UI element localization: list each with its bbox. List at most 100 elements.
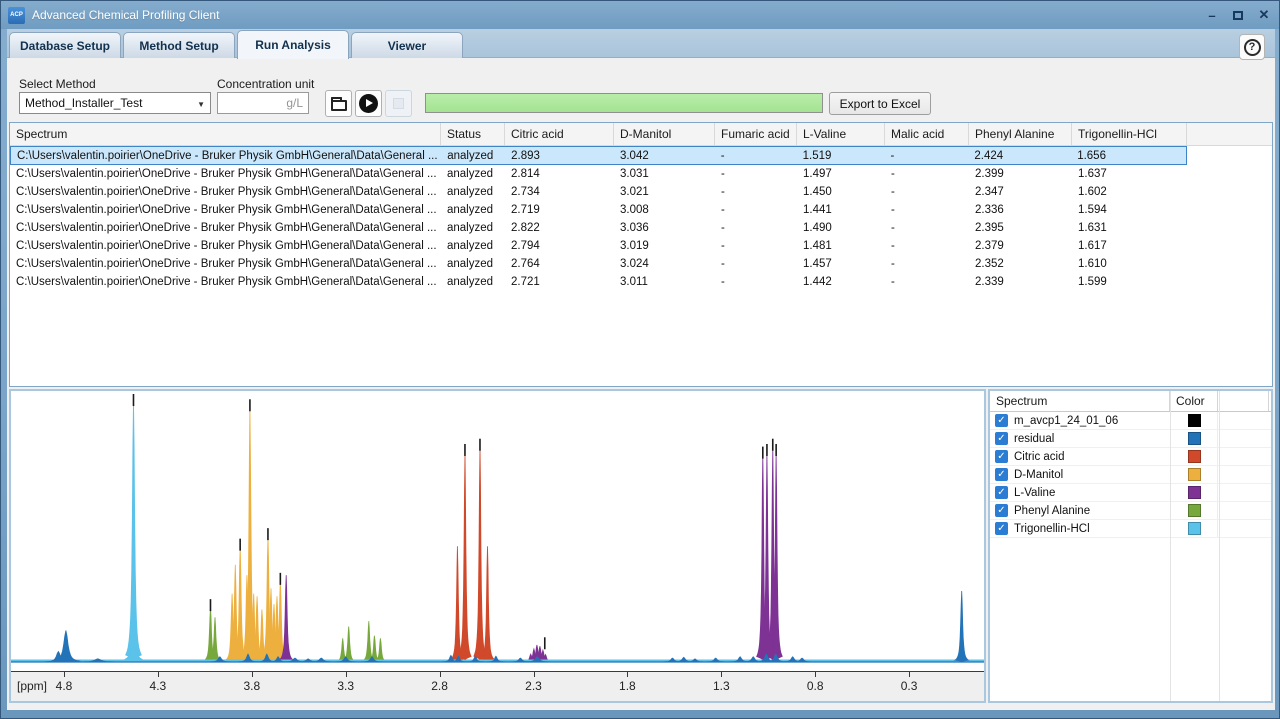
table-row[interactable]: C:\Users\valentin.poirier\OneDrive - Bru… xyxy=(10,165,1187,183)
spectrum-path-cell: C:\Users\valentin.poirier\OneDrive - Bru… xyxy=(10,186,441,198)
value-cell: 2.734 xyxy=(505,186,614,198)
results-table: SpectrumStatusCitric acidD-ManitolFumari… xyxy=(9,122,1273,387)
column-header-fumaric-acid[interactable]: Fumaric acid xyxy=(715,123,797,145)
value-cell: 3.042 xyxy=(614,150,715,162)
table-row[interactable]: C:\Users\valentin.poirier\OneDrive - Bru… xyxy=(10,219,1187,237)
column-header-citric-acid[interactable]: Citric acid xyxy=(505,123,614,145)
x-axis-tick-label: 4.3 xyxy=(143,679,173,693)
column-header-d-manitol[interactable]: D-Manitol xyxy=(614,123,715,145)
value-cell: 2.336 xyxy=(969,204,1072,216)
tab-run-analysis[interactable]: Run Analysis xyxy=(237,30,349,59)
help-button[interactable]: ? xyxy=(1239,34,1265,60)
concentration-unit-label: Concentration unit xyxy=(217,77,314,91)
value-cell: - xyxy=(715,168,797,180)
status-cell: analyzed xyxy=(441,258,505,270)
legend-item[interactable]: ✓L-Valine xyxy=(990,484,1271,502)
titlebar: ACP Advanced Chemical Profiling Client –… xyxy=(1,1,1280,29)
value-cell: - xyxy=(715,258,797,270)
series-visibility-checkbox[interactable]: ✓ xyxy=(995,504,1008,517)
x-axis-tick-label: 3.3 xyxy=(331,679,361,693)
x-axis-tick xyxy=(346,672,347,677)
value-cell: - xyxy=(885,240,969,252)
legend-item[interactable]: ✓ Phenyl Alanine xyxy=(990,502,1271,520)
column-header-phenyl-alanine[interactable]: Phenyl Alanine xyxy=(969,123,1072,145)
column-header-malic-acid[interactable]: Malic acid xyxy=(885,123,969,145)
legend-item-label: Citric acid xyxy=(1014,451,1064,463)
x-axis-tick xyxy=(534,672,535,677)
legend-item-label: m_avcp1_24_01_06 xyxy=(1014,415,1118,427)
series-color-chip xyxy=(1188,414,1201,427)
legend-item[interactable]: ✓residual xyxy=(990,430,1271,448)
column-header-l-valine[interactable]: L-Valine xyxy=(797,123,885,145)
spectrum-x-axis: [ppm] 4.84.33.83.32.82.31.81.30.80.3 xyxy=(11,671,984,701)
legend-item[interactable]: ✓Trigonellin-HCl xyxy=(990,520,1271,538)
value-cell: 1.617 xyxy=(1072,240,1187,252)
x-axis-tick xyxy=(627,672,628,677)
series-color-chip xyxy=(1188,432,1201,445)
series-visibility-checkbox[interactable]: ✓ xyxy=(995,432,1008,445)
value-cell: 2.339 xyxy=(969,276,1072,288)
column-header-spectrum[interactable]: Spectrum xyxy=(10,123,441,145)
series-visibility-checkbox[interactable]: ✓ xyxy=(995,486,1008,499)
table-row[interactable]: C:\Users\valentin.poirier\OneDrive - Bru… xyxy=(10,146,1187,165)
series-visibility-checkbox[interactable]: ✓ xyxy=(995,450,1008,463)
legend-item[interactable]: ✓ Citric acid xyxy=(990,448,1271,466)
column-header-status[interactable]: Status xyxy=(441,123,505,145)
value-cell: 1.497 xyxy=(797,168,885,180)
table-row[interactable]: C:\Users\valentin.poirier\OneDrive - Bru… xyxy=(10,237,1187,255)
column-header-trigonellin-hcl[interactable]: Trigonellin-HCl xyxy=(1072,123,1187,145)
legend-item[interactable]: ✓ m_avcp1_24_01_06 xyxy=(990,412,1271,430)
value-cell: 1.490 xyxy=(797,222,885,234)
table-row[interactable]: C:\Users\valentin.poirier\OneDrive - Bru… xyxy=(10,273,1187,291)
export-to-excel-button[interactable]: Export to Excel xyxy=(829,92,931,115)
x-axis-tick xyxy=(721,672,722,677)
method-select[interactable]: Method_Installer_Test ▼ xyxy=(19,92,211,114)
series-color-chip xyxy=(1188,486,1201,499)
window-title: Advanced Chemical Profiling Client xyxy=(32,8,219,22)
series-visibility-checkbox[interactable]: ✓ xyxy=(995,414,1008,427)
table-row[interactable]: C:\Users\valentin.poirier\OneDrive - Bru… xyxy=(10,255,1187,273)
open-folder-button[interactable] xyxy=(325,90,352,117)
legend-item-label: Phenyl Alanine xyxy=(1014,505,1090,517)
legend-header: SpectrumColor xyxy=(990,391,1271,412)
x-axis-tick xyxy=(909,672,910,677)
legend-item-label: D-Manitol xyxy=(1014,469,1063,481)
folder-icon xyxy=(331,100,347,111)
x-axis-tick-label: 3.8 xyxy=(237,679,267,693)
spectrum-path-cell: C:\Users\valentin.poirier\OneDrive - Bru… xyxy=(10,258,441,270)
x-axis-tick xyxy=(440,672,441,677)
concentration-unit-field[interactable]: g/L xyxy=(217,92,309,114)
value-cell: 1.599 xyxy=(1072,276,1187,288)
tab-method-setup[interactable]: Method Setup xyxy=(123,32,235,58)
spectrum-plot[interactable] xyxy=(11,391,984,671)
run-button[interactable] xyxy=(355,90,382,117)
results-table-body: C:\Users\valentin.poirier\OneDrive - Bru… xyxy=(10,146,1272,291)
value-cell: 3.024 xyxy=(614,258,715,270)
value-cell: - xyxy=(885,150,969,162)
value-cell: 2.764 xyxy=(505,258,614,270)
series-visibility-checkbox[interactable]: ✓ xyxy=(995,522,1008,535)
help-icon: ? xyxy=(1244,39,1261,56)
app-icon: ACP xyxy=(8,7,25,24)
legend-item[interactable]: ✓ D-Manitol xyxy=(990,466,1271,484)
x-axis-tick xyxy=(64,672,65,677)
value-cell: 1.481 xyxy=(797,240,885,252)
minimize-icon[interactable]: – xyxy=(1205,8,1219,23)
x-axis-tick-label: 2.8 xyxy=(425,679,455,693)
value-cell: - xyxy=(715,222,797,234)
tab-database-setup[interactable]: Database Setup xyxy=(9,32,121,58)
method-select-value: Method_Installer_Test xyxy=(25,96,142,110)
table-row[interactable]: C:\Users\valentin.poirier\OneDrive - Bru… xyxy=(10,183,1187,201)
x-axis-tick-label: 1.8 xyxy=(612,679,642,693)
legend-column-header-filler xyxy=(1218,391,1269,411)
value-cell: 2.719 xyxy=(505,204,614,216)
status-cell: analyzed xyxy=(441,168,505,180)
play-icon xyxy=(359,94,378,113)
legend-column-header-color: Color xyxy=(1170,391,1218,411)
maximize-icon[interactable] xyxy=(1233,11,1243,20)
series-visibility-checkbox[interactable]: ✓ xyxy=(995,468,1008,481)
table-row[interactable]: C:\Users\valentin.poirier\OneDrive - Bru… xyxy=(10,201,1187,219)
close-icon[interactable]: ✕ xyxy=(1257,7,1271,23)
tab-viewer[interactable]: Viewer xyxy=(351,32,463,58)
spectrum-chart[interactable]: [ppm] 4.84.33.83.32.82.31.81.30.80.3 xyxy=(9,389,986,703)
